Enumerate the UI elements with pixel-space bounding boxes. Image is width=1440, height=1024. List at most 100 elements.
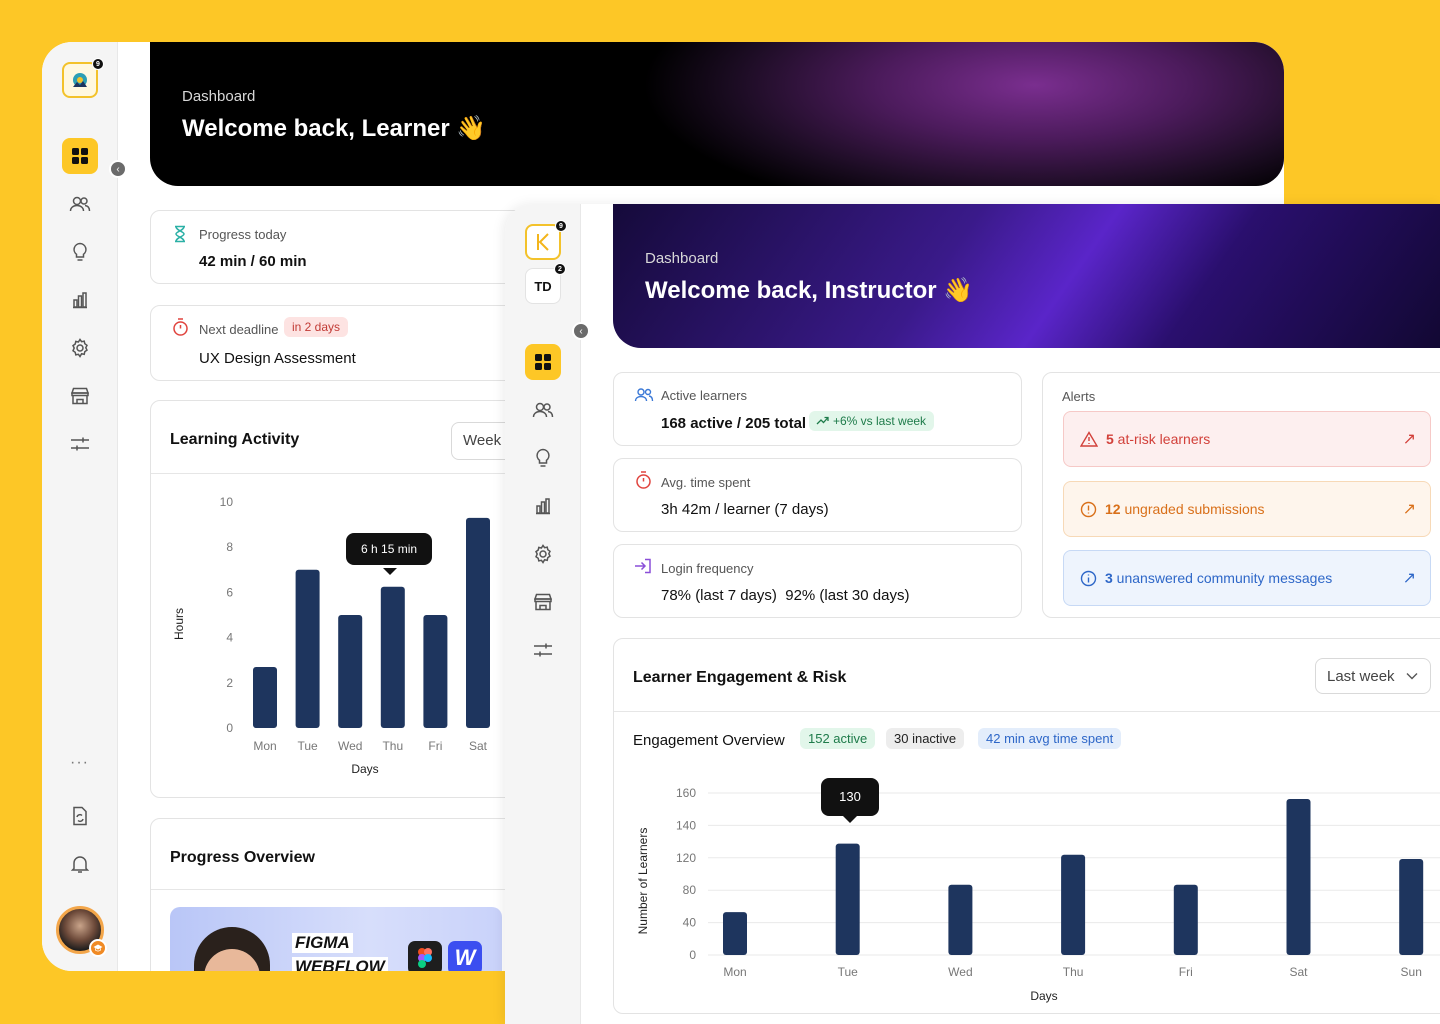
login-frequency-30d: 92% (last 30 days) (785, 587, 910, 604)
login-icon (635, 558, 651, 574)
trend-text: +6% vs last week (833, 414, 927, 428)
stopwatch-icon (636, 471, 651, 489)
instructor-photo (194, 927, 270, 971)
y-tick-label: 4 (226, 631, 233, 645)
x-tick-label: Tue (838, 965, 859, 979)
engagement-title: Learner Engagement & Risk (633, 669, 847, 686)
course-word-webflow: WEBFLOW (292, 957, 388, 971)
alert-at-risk[interactable]: 5 at-risk learners ↗ (1063, 411, 1431, 467)
login-frequency-label: Login frequency (661, 561, 754, 576)
bar (1173, 884, 1198, 955)
file-sync-icon (73, 806, 87, 826)
x-tick-label: Thu (382, 739, 403, 753)
notification-badge: 9 (92, 58, 104, 70)
bar (1399, 859, 1424, 955)
alert-text: 12 ungraded submissions (1105, 501, 1265, 517)
sidebar-item-store[interactable] (525, 584, 561, 620)
course-thumbnail[interactable]: FIGMA WEBFLOW W (170, 907, 502, 971)
bar (338, 615, 363, 728)
info-icon (1080, 570, 1097, 586)
learning-activity-card: Learning Activity Week 0 2 4 6 8 10 Mon Tue Wed T… (150, 400, 561, 798)
sidebar-item-sync[interactable] (62, 798, 98, 834)
sidebar-item-ideas[interactable] (525, 440, 561, 476)
sidebar-item-store[interactable] (62, 378, 98, 414)
x-tick-label: Thu (1063, 965, 1084, 979)
engagement-overview-title: Engagement Overview (633, 732, 785, 749)
y-tick-label: 0 (226, 721, 233, 735)
y-tick-label: 0 (689, 948, 696, 962)
stopwatch-icon (173, 318, 188, 336)
collapse-sidebar-button[interactable]: ‹ (572, 322, 590, 340)
page-title: Welcome back, Learner 👋 (182, 115, 487, 142)
grid-icon (535, 354, 551, 370)
y-axis-title: Number of Learners (636, 828, 650, 935)
app-logo[interactable]: 9 (62, 58, 104, 98)
sidebar-item-dashboard[interactable] (62, 138, 98, 174)
sidebar-item-community[interactable] (525, 392, 561, 428)
tooltip-caret (843, 816, 857, 823)
sidebar-item-settings[interactable] (525, 536, 561, 572)
sidebar-item-dashboard[interactable] (525, 344, 561, 380)
course-word-figma: FIGMA (292, 933, 353, 953)
x-tick-label: Sat (1289, 965, 1308, 979)
engagement-card: Learner Engagement & Risk Last week Enga… (613, 638, 1440, 1014)
sidebar-item-filters[interactable] (62, 426, 98, 462)
sliders-icon (71, 437, 89, 451)
page-title: Welcome back, Instructor 👋 (645, 277, 974, 304)
lightbulb-icon (73, 242, 87, 261)
sidebar-item-notifications[interactable] (62, 846, 98, 882)
page-breadcrumb: Dashboard (645, 250, 719, 267)
login-frequency-7d: 78% (last 7 days) (661, 587, 777, 604)
avatar[interactable] (56, 906, 107, 957)
gear-icon (72, 338, 88, 358)
collapse-sidebar-button[interactable]: ‹ (109, 160, 127, 178)
avg-time-label: Avg. time spent (661, 475, 751, 490)
arrow-up-right-icon: ↗ (1402, 501, 1416, 518)
x-tick-label: Mon (253, 739, 276, 753)
x-tick-label: Sat (469, 739, 488, 753)
alerts-card: Alerts 5 at-risk learners ↗ 12 ungraded … (1042, 372, 1440, 618)
sidebar-item-filters[interactable] (525, 632, 561, 668)
sliders-icon (534, 643, 552, 657)
engagement-chart: 0 40 80 120 140 160 Mon Tue Wed Thu Fri Sat Sun Days N… (636, 786, 1440, 1003)
bar (835, 843, 860, 955)
sidebar-item-settings[interactable] (62, 330, 98, 366)
y-tick-label: 8 (226, 540, 233, 554)
bar (423, 615, 448, 728)
y-tick-label: 10 (220, 495, 234, 509)
y-tick-label: 2 (226, 676, 233, 690)
x-tick-label: Wed (338, 739, 362, 753)
chart-tooltip: 6 h 15 min (346, 533, 433, 565)
next-deadline-value: UX Design Assessment (199, 350, 356, 367)
chart-tooltip: 130 (821, 778, 879, 816)
engagement-range-select[interactable]: Last week (1315, 658, 1431, 694)
next-deadline-card: Next deadline in 2 days UX Design Assess… (150, 305, 550, 381)
sidebar-item-analytics[interactable] (525, 488, 561, 524)
app-logo[interactable]: 9 (525, 220, 567, 260)
store-icon (533, 593, 553, 611)
arrow-up-right-icon: ↗ (1402, 570, 1416, 587)
more-menu-icon[interactable]: ··· (70, 754, 89, 772)
users-icon (532, 402, 554, 418)
x-tick-label: Mon (723, 965, 746, 979)
divider (614, 711, 1440, 712)
learning-activity-title: Learning Activity (170, 431, 300, 448)
login-frequency-values: 78% (last 7 days) 92% (last 30 days) (661, 587, 909, 604)
bar (466, 517, 490, 728)
learner-hero-banner: Dashboard Welcome back, Learner 👋 (150, 42, 1284, 186)
alert-ungraded[interactable]: 12 ungraded submissions ↗ (1063, 481, 1431, 537)
bar-chart-icon (536, 498, 550, 515)
alert-community[interactable]: 3 unanswered community messages ↗ (1063, 550, 1431, 606)
avg-time-card: Avg. time spent 3h 42m / learner (7 days… (613, 458, 1022, 532)
progress-today-value: 42 min / 60 min (199, 253, 307, 270)
learning-activity-chart: 0 2 4 6 8 10 Mon Tue Wed Thu Fri Sat Days Hours (172, 495, 490, 776)
figma-logo-icon (408, 941, 442, 971)
bar (1061, 854, 1086, 955)
workspace-switcher[interactable]: TD 2 (525, 263, 566, 304)
bar (948, 884, 973, 955)
bar (380, 586, 405, 728)
sidebar-item-community[interactable] (62, 186, 98, 222)
x-axis-title: Days (1030, 989, 1057, 1003)
sidebar-item-ideas[interactable] (62, 234, 98, 270)
sidebar-item-analytics[interactable] (62, 282, 98, 318)
